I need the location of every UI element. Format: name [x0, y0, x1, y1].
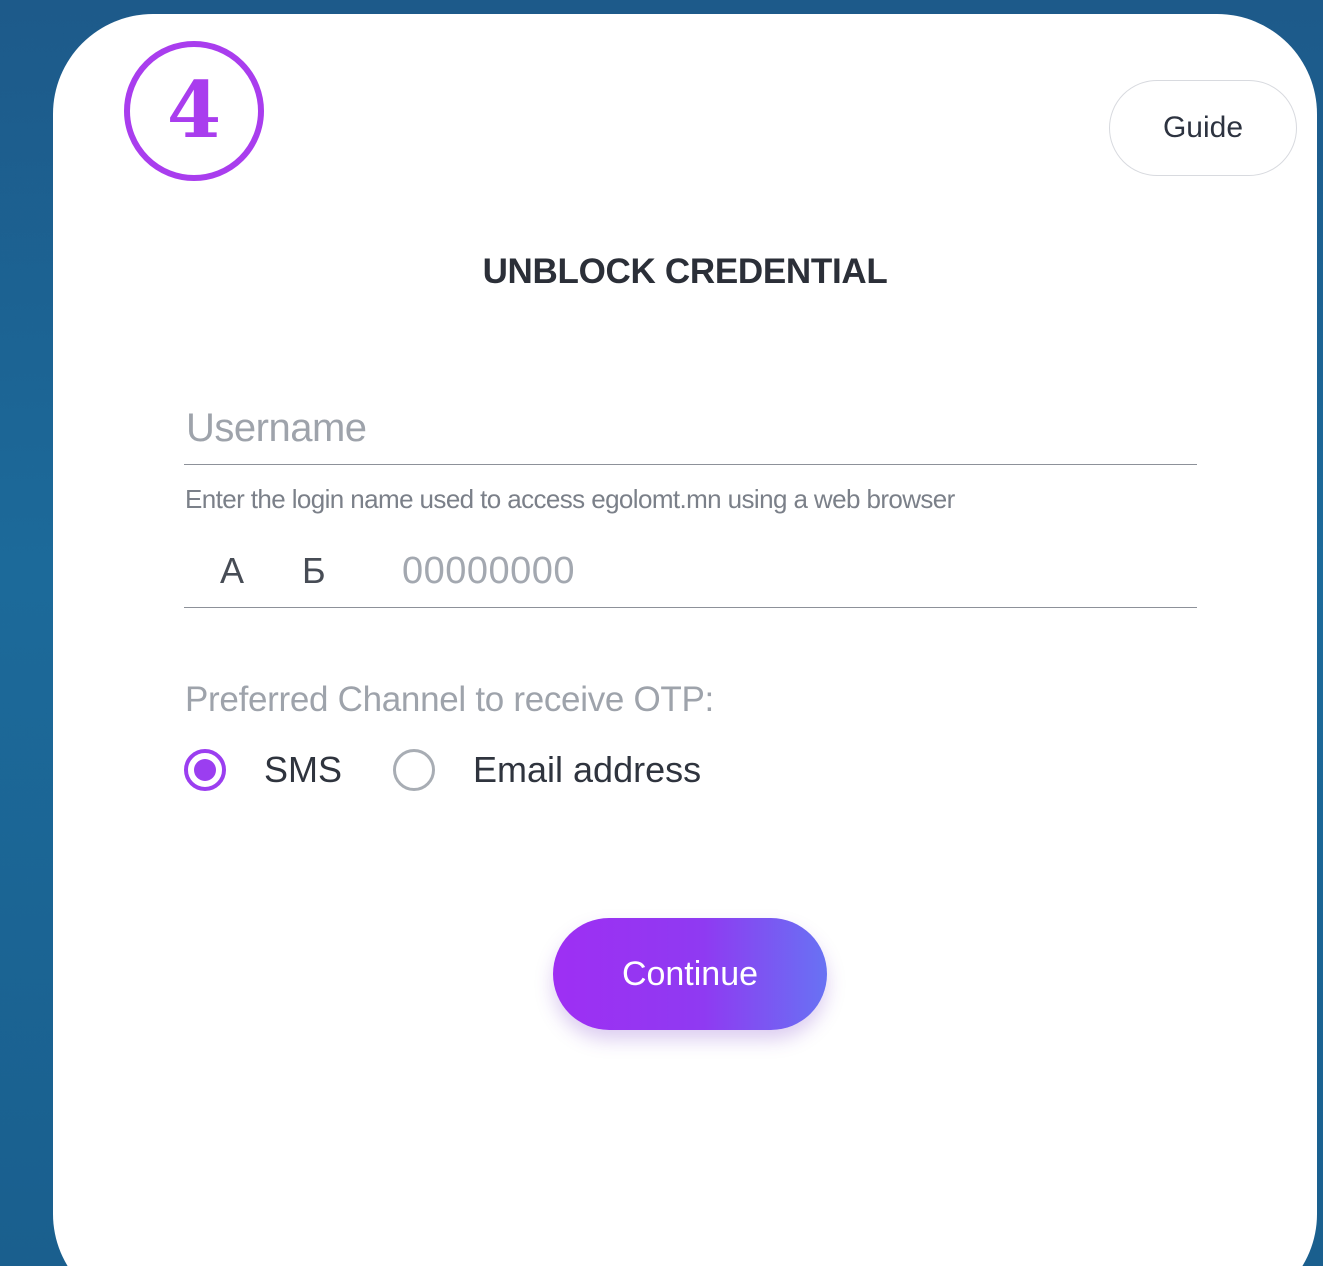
username-helper-text: Enter the login name used to access egol…	[185, 484, 955, 514]
unblock-credential-card: 4 Guide UNBLOCK CREDENTIAL Username Ente…	[53, 14, 1317, 1266]
username-input[interactable]: Username	[184, 402, 1197, 465]
register-letter-1-select[interactable]: А	[220, 550, 244, 592]
otp-channel-label: Preferred Channel to receive OTP:	[185, 680, 714, 719]
register-number-input[interactable]: А Б 00000000	[184, 544, 1197, 608]
register-number-placeholder[interactable]: 00000000	[402, 550, 575, 593]
page-title: UNBLOCK CREDENTIAL	[482, 252, 888, 291]
continue-button[interactable]: Continue	[553, 918, 827, 1030]
step-number-badge: 4	[124, 41, 264, 181]
radio-unchecked-icon[interactable]	[393, 749, 435, 791]
otp-option-sms[interactable]: SMS	[184, 747, 342, 793]
otp-option-sms-label: SMS	[264, 749, 343, 790]
guide-button[interactable]: Guide	[1109, 80, 1297, 176]
username-placeholder: Username	[186, 406, 367, 450]
otp-option-email-label: Email address	[473, 749, 702, 790]
register-letter-2-select[interactable]: Б	[302, 550, 326, 592]
otp-option-email[interactable]: Email address	[393, 747, 701, 793]
radio-checked-icon[interactable]	[184, 749, 226, 791]
radio-dot	[194, 759, 216, 781]
step-number: 4	[166, 65, 222, 156]
